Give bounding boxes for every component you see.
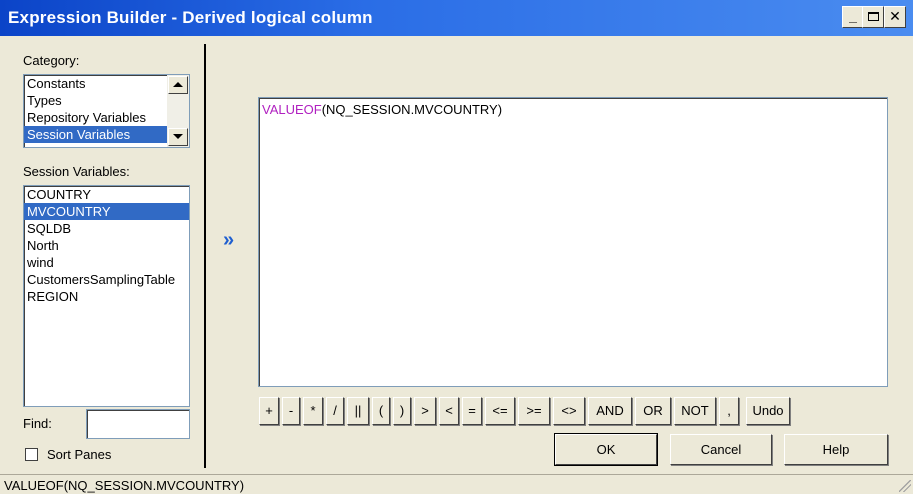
- help-button[interactable]: Help: [784, 434, 888, 465]
- expression-function: VALUEOF: [262, 102, 322, 117]
- cancel-button[interactable]: Cancel: [670, 434, 772, 465]
- session-variable-item[interactable]: REGION: [24, 288, 189, 305]
- operator-button[interactable]: -: [282, 397, 300, 425]
- insert-arrow-icon[interactable]: »: [223, 230, 241, 250]
- find-input[interactable]: [86, 409, 190, 439]
- ok-button[interactable]: OK: [554, 433, 658, 466]
- operator-button[interactable]: ||: [347, 397, 369, 425]
- minimize-button[interactable]: _: [842, 6, 864, 28]
- session-variable-item[interactable]: North: [24, 237, 189, 254]
- resize-grip-icon[interactable]: [899, 480, 911, 492]
- operator-button[interactable]: <=: [485, 397, 515, 425]
- session-variable-item[interactable]: SQLDB: [24, 220, 189, 237]
- find-label: Find:: [23, 416, 52, 431]
- category-list[interactable]: Constants Types Repository Variables Sessio…: [23, 74, 190, 148]
- category-item[interactable]: Session Variables: [24, 126, 167, 143]
- minimize-icon: _: [849, 8, 857, 24]
- sort-panes-label[interactable]: Sort Panes: [47, 447, 111, 462]
- session-variable-item[interactable]: CustomersSamplingTable: [24, 271, 189, 288]
- operator-button[interactable]: AND: [588, 397, 632, 425]
- category-item[interactable]: Types: [24, 92, 167, 109]
- status-text: VALUEOF(NQ_SESSION.MVCOUNTRY): [4, 478, 245, 493]
- operator-button[interactable]: *: [303, 397, 323, 425]
- category-item[interactable]: Repository Variables: [24, 109, 167, 126]
- maximize-icon: [867, 12, 879, 21]
- operator-button[interactable]: /: [326, 397, 344, 425]
- operator-button[interactable]: <: [439, 397, 459, 425]
- scroll-up-button[interactable]: [168, 76, 188, 94]
- arrow-down-icon: [173, 134, 183, 139]
- session-variables-list[interactable]: COUNTRY MVCOUNTRY SQLDB North wind CustomersS…: [23, 185, 190, 407]
- operator-button[interactable]: ,: [719, 397, 739, 425]
- expression-editor[interactable]: VALUEOF(NQ_SESSION.MVCOUNTRY): [258, 97, 888, 387]
- operator-button[interactable]: >=: [518, 397, 550, 425]
- category-label: Category:: [23, 53, 80, 68]
- operator-button[interactable]: ): [393, 397, 411, 425]
- operator-button[interactable]: (: [372, 397, 390, 425]
- operator-button[interactable]: NOT: [674, 397, 716, 425]
- sort-panes-checkbox[interactable]: [25, 448, 38, 461]
- session-variable-item[interactable]: wind: [24, 254, 189, 271]
- operator-button[interactable]: Undo: [746, 397, 790, 425]
- operator-button[interactable]: OR: [635, 397, 671, 425]
- category-scrollbar[interactable]: [167, 75, 189, 147]
- expression-argument: (NQ_SESSION.MVCOUNTRY): [321, 102, 503, 117]
- session-variables-label: Session Variables:: [23, 164, 130, 179]
- title-bar: Expression Builder - Derived logical col…: [0, 0, 913, 36]
- maximize-button[interactable]: [862, 6, 884, 28]
- session-variable-item[interactable]: MVCOUNTRY: [24, 203, 189, 220]
- close-button[interactable]: ✕: [884, 6, 906, 28]
- scroll-down-button[interactable]: [168, 128, 188, 146]
- window-title: Expression Builder - Derived logical col…: [8, 8, 373, 27]
- arrow-up-icon: [173, 82, 183, 87]
- session-variable-item[interactable]: COUNTRY: [24, 186, 189, 203]
- close-icon: ✕: [889, 8, 901, 24]
- status-bar: VALUEOF(NQ_SESSION.MVCOUNTRY): [0, 474, 913, 494]
- operator-button[interactable]: +: [259, 397, 279, 425]
- operator-button[interactable]: =: [462, 397, 482, 425]
- category-item[interactable]: Constants: [24, 75, 167, 92]
- expression-builder-window: Expression Builder - Derived logical col…: [0, 0, 913, 494]
- operator-button[interactable]: <>: [553, 397, 585, 425]
- pane-divider: [204, 44, 206, 468]
- operator-button[interactable]: >: [414, 397, 436, 425]
